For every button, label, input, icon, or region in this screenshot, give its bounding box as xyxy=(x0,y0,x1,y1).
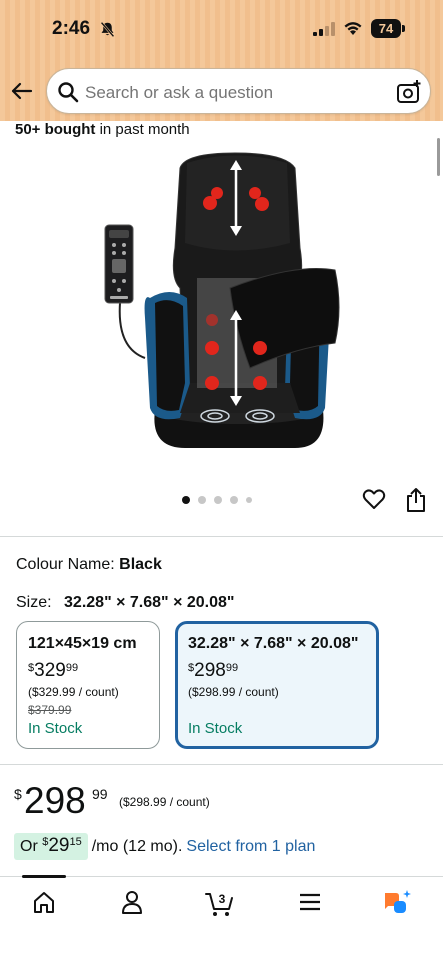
carousel-dot[interactable] xyxy=(246,497,252,503)
plan-fraction: 15 xyxy=(69,836,82,848)
heart-icon[interactable] xyxy=(362,487,386,511)
price-whole: 329 xyxy=(34,660,66,681)
image-carousel-dots[interactable] xyxy=(182,496,262,506)
size-option-price: $32999 xyxy=(28,660,78,682)
battery-level: 74 xyxy=(371,19,401,38)
bell-slash-icon xyxy=(100,21,115,38)
product-image[interactable] xyxy=(95,148,355,458)
bottom-tab-bar: 3 xyxy=(0,875,443,960)
plan-symbol: $ xyxy=(42,836,49,848)
price-symbol: $ xyxy=(28,662,35,674)
share-icon[interactable] xyxy=(405,487,427,513)
price-fraction: 99 xyxy=(92,786,108,802)
size-value: 32.28" × 7.68" × 20.08" xyxy=(64,594,235,611)
search-bar[interactable] xyxy=(46,68,431,114)
bought-in-past-month: 50+ bought in past month xyxy=(15,121,190,138)
colour-value: Black xyxy=(119,556,162,573)
back-arrow-icon[interactable] xyxy=(10,79,34,103)
home-icon[interactable] xyxy=(31,889,57,915)
carousel-dot[interactable] xyxy=(182,496,190,504)
plan-prefix: Or xyxy=(20,838,43,855)
monthly-price-chip: Or $2915 xyxy=(14,833,88,860)
scroll-indicator xyxy=(437,138,440,176)
assistant-icon[interactable] xyxy=(382,889,412,917)
camera-scan-icon[interactable] xyxy=(396,79,422,105)
size-option-price: $29899 xyxy=(188,660,238,682)
bought-period: in past month xyxy=(95,121,190,138)
price-fraction: 99 xyxy=(65,662,79,674)
price-whole: 298 xyxy=(194,660,226,681)
size-selection: Size: 32.28" × 7.68" × 20.08" xyxy=(16,594,234,612)
select-plan-link[interactable]: Select from 1 plan xyxy=(186,838,315,855)
cellular-signal-icon xyxy=(313,22,335,36)
status-time: 2:46 xyxy=(52,18,91,39)
size-option-card[interactable]: 121×45×19 cm $32999 ($329.99 / count) $3… xyxy=(16,621,160,749)
search-icon xyxy=(58,82,79,103)
carousel-dot[interactable] xyxy=(214,496,222,504)
battery-cap xyxy=(402,25,405,32)
size-option-title: 32.28" × 7.68" × 20.08" xyxy=(188,635,359,652)
search-input[interactable] xyxy=(85,83,385,103)
size-option-card-selected[interactable]: 32.28" × 7.68" × 20.08" $29899 ($298.99 … xyxy=(175,621,379,749)
colour-label: Colour Name: xyxy=(16,556,115,573)
menu-icon[interactable] xyxy=(297,889,323,915)
battery-indicator: 74 xyxy=(371,19,405,38)
wifi-icon xyxy=(344,22,362,35)
cart-count: 3 xyxy=(219,892,226,906)
size-option-unit-price: ($298.99 / count) xyxy=(188,685,279,699)
account-icon[interactable] xyxy=(119,889,145,915)
price-whole: 298 xyxy=(24,780,86,821)
size-option-unit-price: ($329.99 / count) xyxy=(28,685,119,699)
price-symbol: $ xyxy=(188,662,195,674)
size-option-stock: In Stock xyxy=(188,720,243,737)
unit-price: ($298.99 / count) xyxy=(119,795,210,809)
size-option-stock: In Stock xyxy=(28,720,83,737)
active-tab-indicator xyxy=(22,875,66,878)
section-divider xyxy=(0,764,443,765)
bought-count: 50+ bought xyxy=(15,121,96,138)
section-divider xyxy=(0,536,443,537)
cart-icon[interactable]: 3 xyxy=(205,889,235,917)
colour-selection: Colour Name: Black xyxy=(16,556,162,574)
plan-term: /mo (12 mo). xyxy=(91,838,183,855)
price-symbol: $ xyxy=(14,786,22,802)
monthly-plan: Or $2915/mo (12 mo). Select from 1 plan xyxy=(14,833,315,860)
carousel-dot[interactable] xyxy=(198,496,206,504)
plan-whole: 29 xyxy=(48,835,70,856)
price-fraction: 99 xyxy=(225,662,239,674)
size-label: Size: xyxy=(16,594,52,611)
size-option-was-price: $379.99 xyxy=(28,703,72,717)
app-header: 2:46 74 xyxy=(0,0,443,121)
size-option-title: 121×45×19 cm xyxy=(28,635,137,652)
carousel-dot[interactable] xyxy=(230,496,238,504)
